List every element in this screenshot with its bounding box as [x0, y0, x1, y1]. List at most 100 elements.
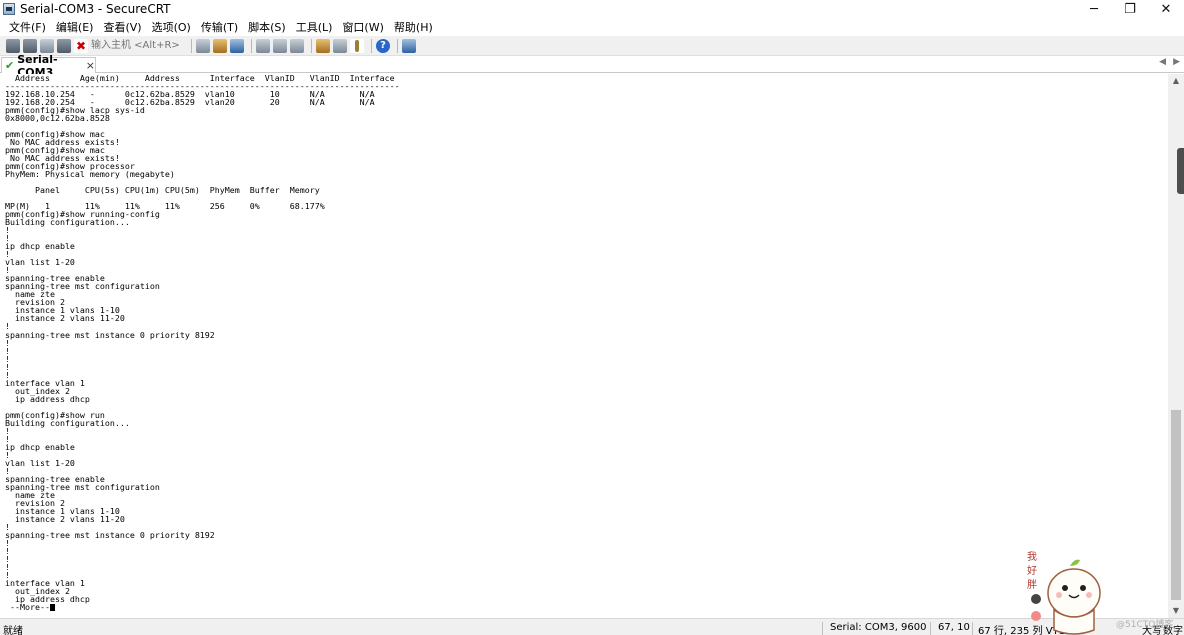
toolbar-separator [311, 38, 312, 53]
print-icon[interactable] [256, 38, 270, 53]
mascot-sticker: 我 好 胖 [1027, 551, 1101, 635]
sticker-heart [1031, 611, 1041, 621]
sticker-right-cheek [1086, 592, 1092, 598]
terminal-line: ! [5, 337, 10, 348]
toolbar-separator [371, 38, 372, 53]
status-connection: Serial: COM3, 9600 [830, 622, 927, 633]
status-separator [822, 622, 823, 635]
sticker-head [1047, 568, 1101, 618]
terminal-line: vlan list 1-20 [5, 457, 75, 468]
toolbar-separator [191, 38, 192, 53]
tab-serial-com3[interactable]: ✔ Serial-COM3 × [1, 53, 96, 79]
minimize-button[interactable]: ─ [1076, 0, 1112, 18]
menu-edit[interactable]: 编辑(E) [51, 19, 99, 35]
terminal-line: vlan list 1-20 [5, 257, 75, 268]
menu-window[interactable]: 窗口(W) [337, 19, 388, 35]
copy-icon[interactable] [196, 38, 210, 53]
terminal-line: ! [5, 553, 10, 564]
terminal-line: --More-- [5, 603, 400, 611]
window-title: Serial-COM3 - SecureCRT [20, 2, 171, 16]
disconnect-icon[interactable]: ✖ [74, 38, 88, 53]
help-icon[interactable]: ? [376, 38, 390, 53]
sticker-badge [1031, 594, 1041, 604]
close-window-button[interactable]: ✕ [1148, 0, 1184, 18]
menu-tools[interactable]: 工具(L) [291, 19, 338, 35]
terminal-area[interactable]: Address Age(min) Address Interface VlanI… [0, 74, 1168, 618]
terminal-line: ! [5, 353, 10, 364]
terminal-line: ! [5, 537, 10, 548]
scroll-down-icon[interactable]: ▼ [1168, 604, 1184, 618]
connect-in-tab-icon[interactable] [40, 38, 54, 53]
keymap-icon[interactable] [350, 38, 364, 53]
terminal-line: ip address dhcp [5, 594, 90, 605]
terminal-line: PhyMem: Physical memory (megabyte) [5, 169, 175, 180]
sticker-leaf [1070, 559, 1080, 566]
tab-scroll-arrows: ◀ ▶ [1159, 57, 1180, 67]
sticker-char-2: 好 [1027, 565, 1037, 577]
title-bar: Serial-COM3 - SecureCRT ─ ❐ ✕ [0, 0, 1184, 18]
status-separator [972, 622, 973, 635]
menu-view[interactable]: 查看(V) [98, 19, 146, 35]
menu-help[interactable]: 帮助(H) [389, 19, 438, 35]
window-controls: ─ ❐ ✕ [1076, 0, 1184, 18]
terminal-line: Panel CPU(5s) CPU(1m) CPU(5m) PhyMem Buf… [5, 185, 320, 196]
terminal-line: ! [5, 361, 10, 372]
status-separator [930, 622, 931, 635]
status-cursor-position: 67, 10 [938, 622, 970, 633]
terminal-line: instance 2 vlans 11-20 [5, 513, 125, 524]
terminal-line: Building configuration... [5, 417, 130, 428]
side-panel-handle[interactable] [1177, 148, 1184, 194]
terminal-line: spanning-tree mst configuration [5, 481, 160, 492]
quick-connect-input[interactable] [91, 38, 183, 53]
terminal-line: ! [5, 561, 10, 572]
global-options-icon[interactable] [333, 38, 347, 53]
terminal-line: spanning-tree mst configuration [5, 281, 160, 292]
terminal-line: ip dhcp enable [5, 441, 75, 452]
screen-icon[interactable] [402, 38, 416, 53]
terminal-line: ip address dhcp [5, 393, 90, 404]
menu-script[interactable]: 脚本(S) [243, 19, 291, 35]
terminal-line: ! [5, 545, 10, 556]
terminal-cursor [49, 604, 55, 612]
toolbar-separator [397, 38, 398, 53]
printer-setup-icon[interactable] [290, 38, 304, 53]
securecrt-app-icon [3, 3, 15, 15]
tab-prev-icon[interactable]: ◀ [1159, 57, 1166, 67]
reconnect-icon[interactable] [57, 38, 71, 53]
terminal-line: spanning-tree mst instance 0 priority 81… [5, 529, 215, 540]
paste-icon[interactable] [213, 38, 227, 53]
maximize-button[interactable]: ❐ [1112, 0, 1148, 18]
terminal-line: ! [5, 345, 10, 356]
watermark-text: @51CTO博客 [1116, 620, 1174, 630]
menu-file[interactable]: 文件(F) [4, 19, 51, 35]
sticker-left-eye [1062, 585, 1068, 591]
scrollbar-thumb[interactable] [1171, 410, 1181, 600]
connect-icon[interactable] [6, 38, 20, 53]
toolbar-separator [251, 38, 252, 53]
terminal-line: Building configuration... [5, 217, 130, 228]
session-options-icon[interactable] [316, 38, 330, 53]
menu-options[interactable]: 选项(O) [147, 19, 196, 35]
status-bar: 就绪 Serial: COM3, 9600 67, 10 67 行, 235 列… [0, 618, 1184, 635]
session-tab-bar: ✔ Serial-COM3 × ◀ ▶ [0, 53, 1184, 79]
connected-check-icon: ✔ [5, 59, 15, 72]
menu-transfer[interactable]: 传输(T) [196, 19, 243, 35]
sticker-char-1: 我 [1027, 551, 1037, 563]
terminal-output: Address Age(min) Address Interface VlanI… [5, 74, 400, 611]
scroll-up-icon[interactable]: ▲ [1168, 74, 1184, 88]
print-selection-icon[interactable] [273, 38, 287, 53]
quick-connect-icon[interactable] [23, 38, 37, 53]
sticker-left-cheek [1056, 592, 1062, 598]
sticker-char-3: 胖 [1027, 579, 1037, 591]
menu-bar: 文件(F) 编辑(E) 查看(V) 选项(O) 传输(T) 脚本(S) 工具(L… [0, 18, 1184, 36]
terminal-line: ip dhcp enable [5, 241, 75, 252]
status-ready: 就绪 [3, 626, 23, 635]
terminal-line: ! [5, 225, 10, 236]
terminal-line: ! [5, 425, 10, 436]
toolbar: ✖ ? [0, 36, 1184, 56]
tab-next-icon[interactable]: ▶ [1173, 57, 1180, 67]
find-icon[interactable] [230, 38, 244, 53]
terminal-line: instance 2 vlans 11-20 [5, 313, 125, 324]
terminal-line: spanning-tree mst instance 0 priority 81… [5, 329, 215, 340]
tab-close-icon[interactable]: × [86, 59, 95, 72]
